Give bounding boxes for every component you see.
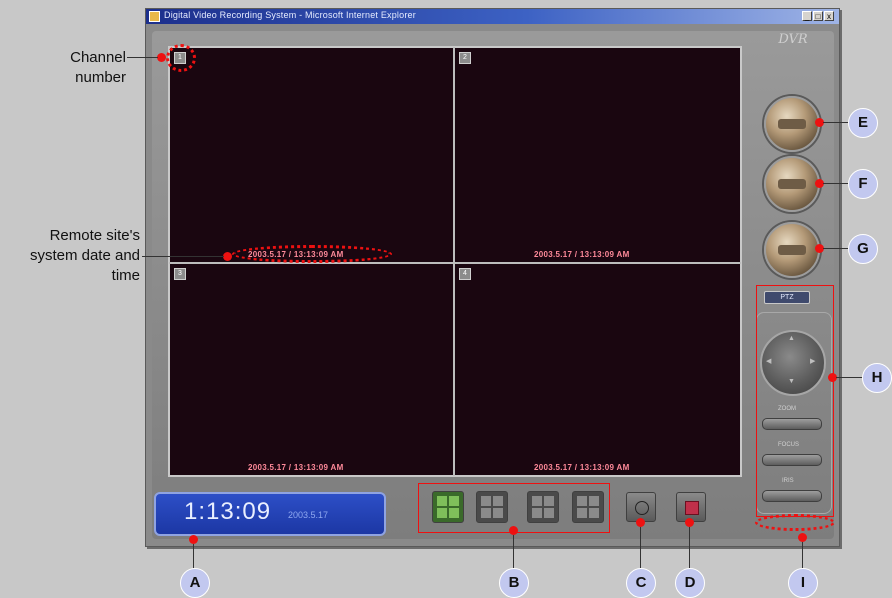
channel-number-3: 3 (174, 268, 186, 280)
leader-f (823, 183, 848, 184)
leader-channel (127, 57, 158, 58)
annotation-dot-i (798, 533, 807, 542)
minimize-button[interactable]: _ (802, 11, 812, 21)
grid-divider-horizontal (169, 262, 741, 264)
leader-b (513, 535, 514, 568)
annotation-dot-b (509, 526, 518, 535)
label-i: I (788, 568, 818, 598)
app-icon (149, 11, 160, 22)
leader-d (689, 527, 690, 568)
annotation-dot-d (685, 518, 694, 527)
osd-datetime-3: 2003.5.17 / 13:13:09 AM (248, 463, 344, 472)
annotation-remote-datetime: Remote site's system date and time (29, 227, 140, 284)
window-titlebar[interactable]: Digital Video Recording System - Microso… (146, 9, 839, 24)
function-knob-e[interactable] (764, 96, 820, 152)
label-h: H (862, 363, 892, 393)
label-b: B (499, 568, 529, 598)
circle-icon (635, 501, 649, 515)
annotation-oval-datetime (232, 245, 392, 263)
label-f: F (848, 169, 878, 199)
channel-number-2: 2 (459, 52, 471, 64)
osd-datetime-2: 2003.5.17 / 13:13:09 AM (534, 250, 630, 259)
clock-time: 1:13:09 (184, 498, 272, 525)
leader-c (640, 527, 641, 568)
annotation-dot-datetime (223, 252, 232, 261)
function-knob-f[interactable] (764, 156, 820, 212)
label-e: E (848, 108, 878, 138)
channel-number-4: 4 (459, 268, 471, 280)
label-g: G (848, 234, 878, 264)
close-button[interactable]: x (824, 11, 834, 21)
annotation-dot-c (636, 518, 645, 527)
label-a: A (180, 568, 210, 598)
osd-datetime-4: 2003.5.17 / 13:13:09 AM (534, 463, 630, 472)
leader-i (802, 542, 803, 568)
annotation-oval-channel (166, 44, 196, 72)
annotation-channel-number: Channel number (70, 49, 126, 86)
leader-datetime (142, 256, 224, 257)
leader-e (823, 122, 848, 123)
maximize-button[interactable]: □ (813, 11, 823, 21)
dvr-logo: DVR (778, 32, 808, 47)
annotation-dot-channel (157, 53, 166, 62)
label-c: C (626, 568, 656, 598)
function-knob-g[interactable] (764, 222, 820, 278)
window-title: Digital Video Recording System - Microso… (164, 10, 416, 20)
record-icon (685, 501, 699, 515)
annotation-dot-a (189, 535, 198, 544)
leader-a (193, 544, 194, 568)
annotation-box-h (756, 285, 834, 517)
label-d: D (675, 568, 705, 598)
leader-g (823, 248, 848, 249)
clock-date: 2003.5.17 (288, 510, 329, 520)
